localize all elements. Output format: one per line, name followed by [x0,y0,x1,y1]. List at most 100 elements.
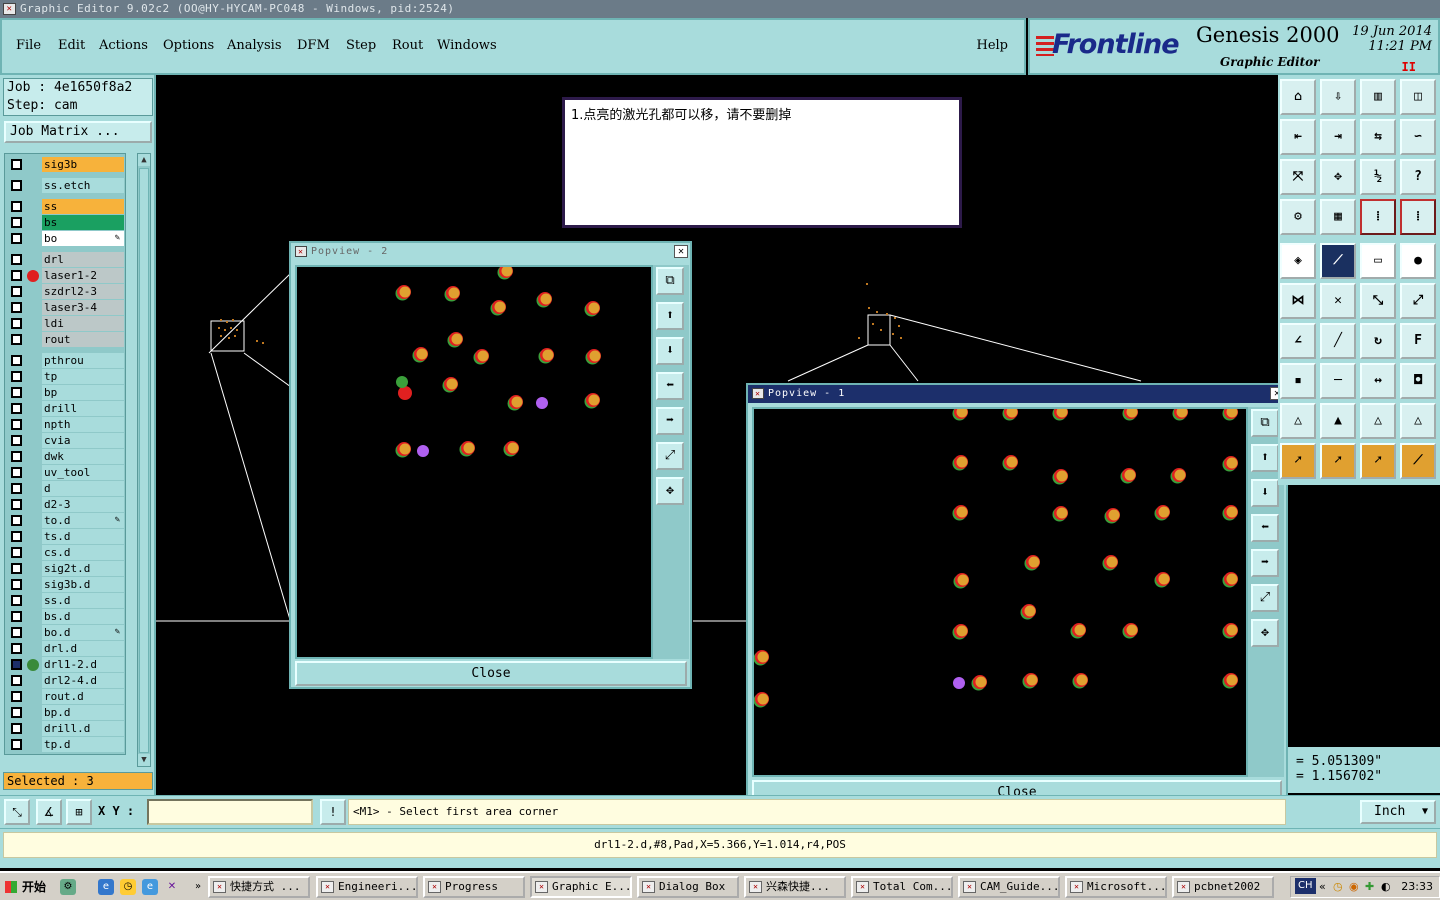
layer-row-ldi[interactable]: ldi [5,316,127,331]
layer-row-d[interactable]: d [5,481,127,496]
scroll-down-icon[interactable]: ▼ [138,754,150,766]
layer-scrollbar[interactable]: ▲ ▼ [137,153,151,767]
via-pad-top[interactable] [1028,556,1040,568]
via-pad-top[interactable] [511,396,523,408]
clock-icon[interactable]: ◷ [120,879,136,895]
menu-actions[interactable]: Actions [99,38,148,53]
layer-name[interactable]: szdrl2-3 [42,284,124,299]
menu-file[interactable]: File [16,38,41,53]
popview-2-close-button[interactable]: Close [295,661,687,686]
menu-analysis[interactable]: Analysis [227,38,282,53]
pointer-icon[interactable]: ➚ [1280,443,1316,479]
via-pad-top[interactable] [451,333,463,345]
start-button[interactable]: 开始 [2,876,50,898]
layer-row-laser1-2[interactable]: laser1-2 [5,268,127,283]
layer-checkbox[interactable] [11,233,22,244]
layer-name[interactable]: rout [42,332,124,347]
layer-name[interactable]: drill.d [42,721,124,736]
layer-checkbox[interactable] [11,627,22,638]
via-pad-top[interactable] [542,349,554,361]
via-pad-top[interactable] [446,378,458,390]
pan-up-icon[interactable]: ⬆ [1251,444,1279,472]
pause-icon[interactable]: II [1402,60,1416,74]
layer-name[interactable]: drl1-2.d [42,657,124,672]
select-icon[interactable]: ➚ [1320,443,1356,479]
angle-icon[interactable]: ∠ [1280,323,1316,359]
quicklaunch-app-icon[interactable]: ⚙ [60,879,76,895]
via-pad-top[interactable] [1158,573,1170,585]
layer-row-bp[interactable]: bp [5,385,127,400]
layer-checkbox[interactable] [11,739,22,750]
snap-icon[interactable]: ⁞ [1360,199,1396,235]
xy-input[interactable] [147,799,313,825]
layer-checkbox[interactable] [11,515,22,526]
layer-row-cvia[interactable]: cvia [5,433,127,448]
layer-name[interactable]: bp.d [42,705,124,720]
layer-checkbox[interactable] [11,318,22,329]
window-split-icon[interactable]: ◫ [1400,79,1436,115]
x-app-icon[interactable]: ✕ [164,879,180,895]
layer-checkbox[interactable] [11,531,22,542]
layer-row-bs-d[interactable]: bs.d [5,609,127,624]
layer-checkbox[interactable] [11,159,22,170]
via-pad-top[interactable] [589,350,601,362]
home-icon[interactable]: ⌂ [1280,79,1316,115]
zoom-in-icon[interactable]: ✥ [1251,619,1279,647]
pan-up-icon[interactable]: ⬆ [656,302,684,330]
layer-checkbox[interactable] [11,371,22,382]
via-pad-top[interactable] [416,348,428,360]
layer-name[interactable]: to.d ✎ [42,513,124,528]
arc-icon[interactable]: ↻ [1360,323,1396,359]
layer-row-sig2t-d[interactable]: sig2t.d [5,561,127,576]
layer-name[interactable]: pthrou [42,353,124,368]
taskbar-item[interactable]: ✕ Graphic E... [530,876,632,898]
taskbar-item[interactable]: ✕ 兴森快捷... [744,876,846,898]
export-icon[interactable]: ⇩ [1320,79,1356,115]
zoom-in-icon[interactable]: ✥ [656,477,684,505]
layer-checkbox[interactable] [11,217,22,228]
popview-1-titlebar[interactable]: ✕ Popview - 1 [748,385,1286,403]
settings-icon[interactable]: ⚙ [1280,199,1316,235]
popview-1-screen[interactable] [752,407,1248,777]
menu-step[interactable]: Step [346,38,376,53]
alert-icon[interactable]: ! [320,799,346,825]
layer-name[interactable]: bo.d ✎ [42,625,124,640]
layer-row-sig3b[interactable]: sig3b [5,157,127,172]
taskbar-item[interactable]: ✕ 快捷方式 ... [208,876,310,898]
layer-row-drl2-4-d[interactable]: drl2-4.d [5,673,127,688]
layer-name[interactable]: rout.d [42,689,124,704]
layer-name[interactable]: uv_tool [42,465,124,480]
layer-name[interactable]: laser3-4 [42,300,124,315]
layer-row-npth[interactable]: npth [5,417,127,432]
via-pad-top[interactable] [1226,674,1238,686]
via-pad-top[interactable] [1076,674,1088,686]
layer-checkbox[interactable] [11,707,22,718]
via-pad-top[interactable] [399,286,411,298]
layer-name[interactable]: tp [42,369,124,384]
pad-add-icon[interactable]: ◈ [1280,243,1316,279]
select-alt-icon[interactable]: ➚ [1360,443,1396,479]
layer-checkbox[interactable] [11,302,22,313]
tray-expand-icon[interactable]: « [1319,877,1326,897]
layer-name[interactable]: drl [42,252,124,267]
layer-checkbox[interactable] [11,691,22,702]
fit-icon[interactable]: ⤧ [1280,159,1316,195]
layer-row-laser3-4[interactable]: laser3-4 [5,300,127,315]
layer-checkbox[interactable] [11,723,22,734]
layer-row-d2-3[interactable]: d2-3 [5,497,127,512]
layer-row-szdrl2-3[interactable]: szdrl2-3 [5,284,127,299]
taskbar-item[interactable]: ✕ pcbnet2002 [1172,876,1274,898]
taskbar-item[interactable]: ✕ Total Com... [851,876,953,898]
layer-row-pthrou[interactable]: pthrou [5,353,127,368]
zoom-area-icon[interactable]: ⤡ [4,799,30,825]
via-pad-selected[interactable] [536,397,548,409]
layer-row-bs[interactable]: bs [5,215,127,230]
ruler-icon[interactable]: ▭ [1360,243,1396,279]
layer-row-bp-d[interactable]: bp.d [5,705,127,720]
layer-checkbox[interactable] [11,467,22,478]
triangle-alt-icon[interactable]: ▲ [1320,403,1356,439]
segment-alt-icon[interactable]: ⤢ [1400,283,1436,319]
node-icon[interactable]: ▪ [1280,363,1316,399]
via-pad-top[interactable] [1024,605,1036,617]
layer-row-drl[interactable]: drl [5,252,127,267]
